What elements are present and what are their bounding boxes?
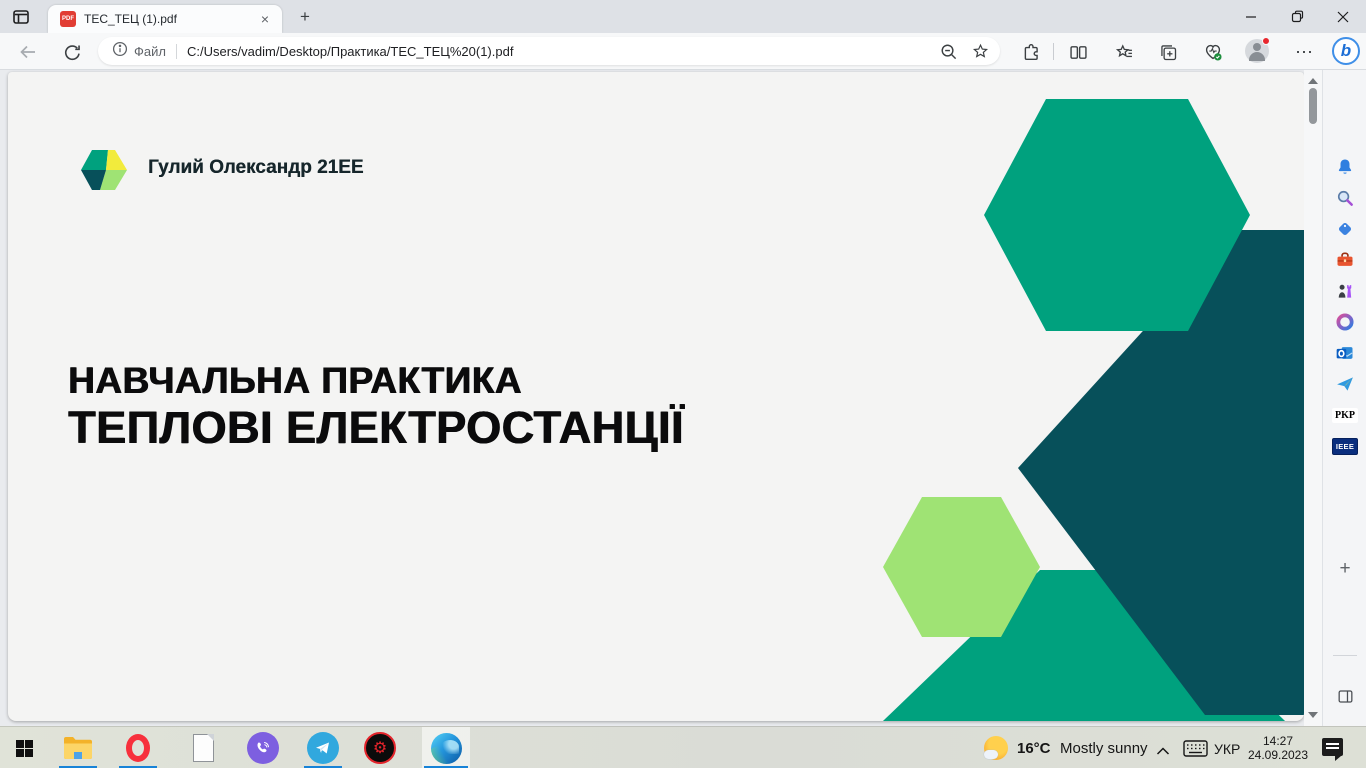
bing-chat-icon[interactable]: b (1332, 37, 1360, 65)
address-bar[interactable]: Файл C:/Users/vadim/Desktop/Практика/ТЕС… (98, 37, 1000, 65)
vertical-scrollbar[interactable] (1304, 70, 1322, 726)
scroll-down-arrow[interactable] (1308, 712, 1318, 718)
url-text[interactable]: C:/Users/vadim/Desktop/Практика/ТЕС_ТЕЦ%… (187, 44, 513, 59)
clock[interactable]: 14:27 24.09.2023 (1242, 734, 1314, 762)
ieee-label: IEEE (1331, 437, 1359, 455)
toolbar-divider (1053, 43, 1054, 60)
scrollbar-thumb[interactable] (1309, 88, 1317, 124)
browser-titlebar: PDF ТЕС_ТЕЦ (1).pdf × + (0, 0, 1366, 33)
microsoft365-icon[interactable] (1323, 309, 1366, 335)
avatar-body (1249, 52, 1265, 61)
back-icon[interactable] (16, 40, 40, 64)
pdf-viewer: Гулий Олександр 21ЕЕ НАВЧАЛЬНА ПРАКТИКА … (0, 70, 1322, 726)
slide-logo-hexagon (81, 150, 127, 190)
window-minimize-button[interactable] (1228, 0, 1274, 33)
pkp-extension-icon[interactable]: PKP (1323, 402, 1366, 428)
url-scheme-label: Файл (134, 43, 166, 59)
send-plane-icon[interactable] (1323, 371, 1366, 397)
weather-temperature[interactable]: 16°C (1017, 740, 1051, 757)
url-separator (175, 43, 177, 59)
outlook-icon[interactable] (1323, 340, 1366, 366)
taskbar-gear-utility[interactable]: ⚙ (356, 727, 404, 768)
scroll-up-arrow[interactable] (1308, 78, 1318, 84)
taskbar-file-explorer[interactable] (54, 727, 102, 768)
taskbar-viber[interactable] (239, 727, 287, 768)
slide-title-line1: НАВЧАЛЬНА ПРАКТИКА (68, 360, 522, 401)
sidebar-search-icon[interactable] (1323, 185, 1366, 211)
taskbar-notepad[interactable] (179, 727, 227, 768)
tray-date: 24.09.2023 (1247, 748, 1309, 762)
sidebar-divider (1333, 655, 1357, 656)
weather-icon[interactable] (983, 735, 1009, 761)
split-screen-icon[interactable] (1066, 40, 1090, 64)
favorite-star-icon[interactable] (970, 41, 990, 61)
taskbar: ⚙ 16°C Mostly sunny УКР 14:27 24.09.2023 (0, 726, 1366, 768)
pkp-label: PKP (1332, 407, 1358, 423)
tab-title: ТЕС_ТЕЦ (1).pdf (84, 12, 177, 26)
language-indicator[interactable]: УКР (1214, 741, 1240, 757)
touch-keyboard-icon[interactable] (1183, 740, 1208, 762)
sidebar-add-icon[interactable]: + (1323, 556, 1366, 582)
tab-close-icon[interactable]: × (256, 10, 274, 28)
tray-chevron-up-icon[interactable] (1156, 743, 1170, 761)
shopping-icon[interactable] (1323, 216, 1366, 242)
settings-menu-icon[interactable]: ⋯ (1292, 40, 1316, 64)
collections-icon[interactable] (1156, 40, 1180, 64)
action-center-icon[interactable] (1322, 738, 1343, 761)
edge-sidebar: PKP IEEE + ⚙ (1322, 70, 1366, 768)
games-icon[interactable] (1323, 278, 1366, 304)
windows-logo-icon (15, 739, 33, 757)
new-tab-button[interactable]: + (293, 6, 317, 28)
start-button[interactable] (0, 727, 48, 768)
slide-title-line2: ТЕПЛОВІ ЕЛЕКТРОСТАНЦІЇ (68, 402, 684, 453)
tray-time: 14:27 (1262, 734, 1294, 748)
taskbar-telegram[interactable] (299, 727, 347, 768)
pdf-page: Гулий Олександр 21ЕЕ НАВЧАЛЬНА ПРАКТИКА … (8, 72, 1304, 721)
notifications-bell-icon[interactable] (1323, 154, 1366, 180)
viber-icon (247, 732, 279, 764)
browser-toolbar: Файл C:/Users/vadim/Desktop/Практика/ТЕС… (0, 33, 1366, 70)
weather-description[interactable]: Mostly sunny (1060, 740, 1148, 757)
ieee-extension-icon[interactable]: IEEE (1323, 433, 1366, 459)
profile-avatar[interactable] (1245, 37, 1270, 63)
tools-icon[interactable] (1323, 247, 1366, 273)
pdf-file-icon: PDF (60, 11, 76, 27)
favorites-hub-icon[interactable] (1112, 40, 1136, 64)
page-info-icon[interactable] (112, 41, 128, 62)
browser-essentials-icon[interactable] (1201, 40, 1225, 64)
browser-tab[interactable]: PDF ТЕС_ТЕЦ (1).pdf × (48, 5, 282, 33)
edge-icon (430, 732, 462, 764)
sidebar-panel-icon[interactable] (1323, 683, 1366, 709)
refresh-icon[interactable] (60, 40, 84, 64)
taskbar-edge-active[interactable] (422, 727, 470, 768)
window-restore-button[interactable] (1274, 0, 1320, 33)
slide-author: Гулий Олександр 21ЕЕ (148, 157, 364, 178)
avatar-notification-dot (1262, 37, 1270, 45)
telegram-icon (307, 732, 339, 764)
window-close-button[interactable] (1320, 0, 1366, 33)
document-icon (192, 734, 214, 762)
taskbar-opera[interactable] (114, 727, 162, 768)
extensions-icon[interactable] (1019, 40, 1043, 64)
zoom-out-icon[interactable] (938, 41, 958, 61)
opera-icon (126, 734, 150, 762)
tab-actions-menu-icon[interactable] (10, 6, 32, 28)
cloud-icon (984, 750, 998, 759)
screen: PDF ТЕС_ТЕЦ (1).pdf × + Файл C:/Users/va… (0, 0, 1366, 768)
avatar-head (1253, 43, 1261, 51)
red-gear-icon: ⚙ (364, 732, 396, 764)
